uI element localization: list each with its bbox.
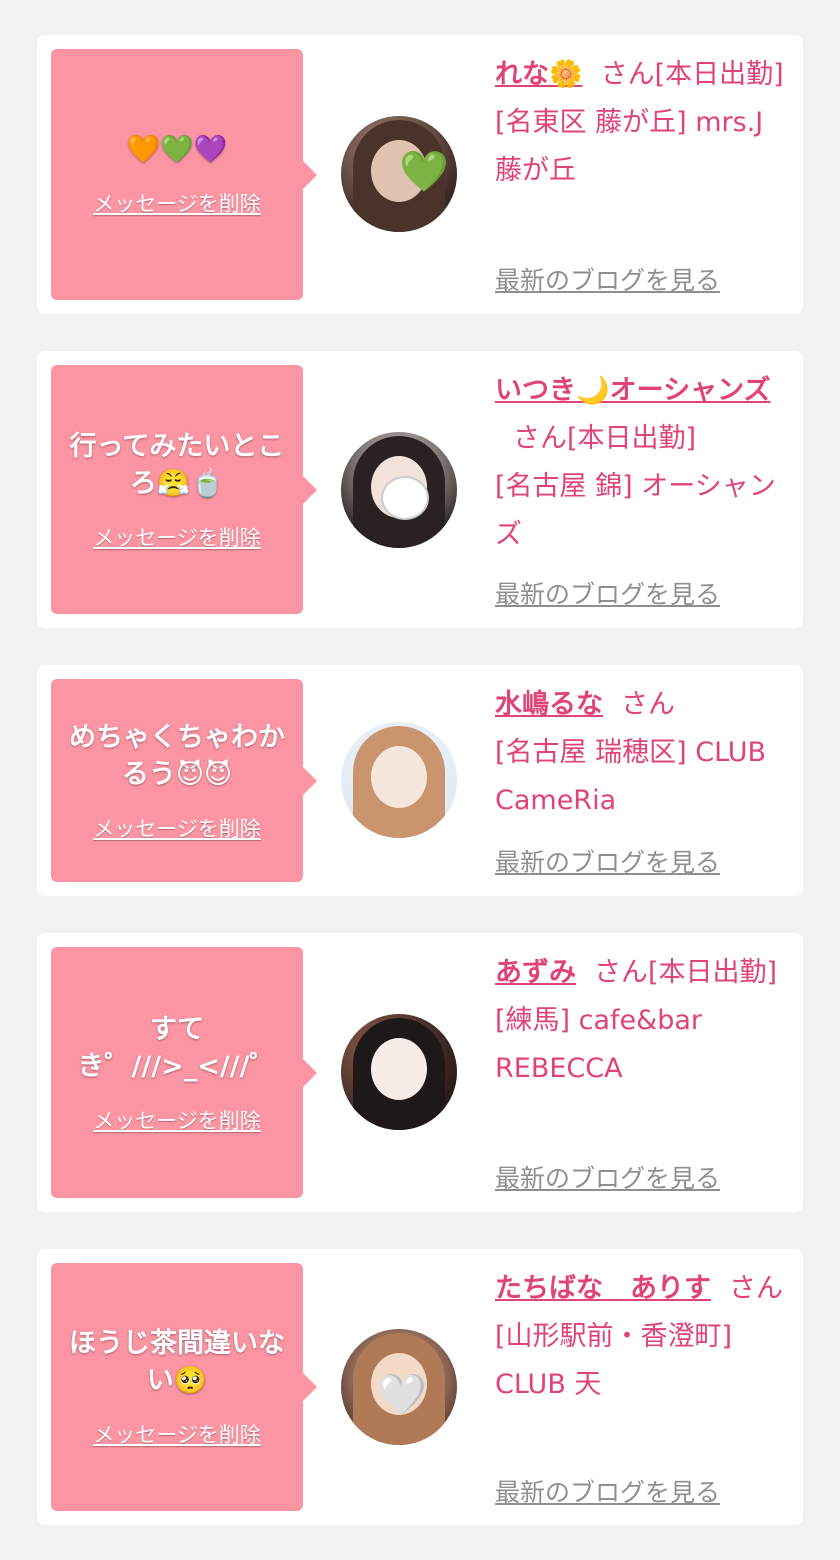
message-card: 行ってみたいところ😤🍵 メッセージを削除 いつき🌙オーシャンズさん[本日出勤] … xyxy=(37,351,803,628)
sender-suffix: さん xyxy=(621,689,675,720)
latest-blog-link[interactable]: 最新のブログを見る xyxy=(495,575,720,611)
shop-label: [名東区 藤が丘] mrs.J 藤が丘 xyxy=(495,107,764,186)
message-text: 行ってみたいところ😤🍵 xyxy=(69,430,285,499)
mask-sticker-icon xyxy=(381,476,429,520)
sender-info: あずみ さん[本日出勤] [練馬] cafe&bar REBECCA xyxy=(495,949,789,1093)
sender-name-link[interactable]: いつき🌙オーシャンズ xyxy=(495,375,771,406)
sender-name-link[interactable]: あずみ xyxy=(495,957,576,988)
sender-name-link[interactable]: 水嶋るな xyxy=(495,689,603,720)
shop-label: [名古屋 瑞穂区] CLUB CameRia xyxy=(495,737,767,816)
delete-message-link[interactable]: メッセージを削除 xyxy=(93,1105,261,1135)
green-heart-sticker-icon: 💚 xyxy=(399,149,449,195)
sender-suffix: さん xyxy=(729,1273,783,1304)
message-text: 🧡💚💜 xyxy=(126,134,228,165)
message-bubble: すてき゜///>_<///゜ メッセージを削除 xyxy=(51,947,317,1198)
shop-label: [名古屋 錦] オーシャンズ xyxy=(495,471,776,550)
message-text: ほうじ茶間違いない🥺 xyxy=(69,1328,285,1396)
message-bubble: ほうじ茶間違いない🥺 メッセージを削除 xyxy=(51,1263,317,1511)
sender-info: いつき🌙オーシャンズさん[本日出勤] [名古屋 錦] オーシャンズ xyxy=(495,367,789,559)
sender-name-link[interactable]: れな🌼 xyxy=(495,59,583,90)
message-card: すてき゜///>_<///゜ メッセージを削除 あずみ さん[本日出勤] [練馬]… xyxy=(37,933,803,1212)
sender-info: たちばな ありす さん [山形駅前・香澄町] CLUB 天 xyxy=(495,1265,789,1409)
delete-message-link[interactable]: メッセージを削除 xyxy=(93,813,261,843)
avatar[interactable] xyxy=(341,722,457,838)
avatar-face xyxy=(371,1038,427,1100)
latest-blog-link[interactable]: 最新のブログを見る xyxy=(495,261,720,297)
latest-blog-link[interactable]: 最新のブログを見る xyxy=(495,1159,720,1195)
message-text: めちゃくちゃわかるう😈😈 xyxy=(69,721,285,790)
shop-label: [練馬] cafe&bar REBECCA xyxy=(495,1005,702,1084)
avatar-face xyxy=(371,746,427,808)
shop-label: [山形駅前・香澄町] CLUB 天 xyxy=(495,1321,733,1400)
message-bubble: 行ってみたいところ😤🍵 メッセージを削除 xyxy=(51,365,317,614)
sender-info: れな🌼 さん[本日出勤] [名東区 藤が丘] mrs.J 藤が丘 xyxy=(495,51,789,195)
sender-suffix: さん[本日出勤] xyxy=(594,957,778,988)
message-text: すてき゜///>_<///゜ xyxy=(77,1013,277,1082)
avatar[interactable]: 💚 xyxy=(341,116,457,232)
avatar[interactable]: 🤍 xyxy=(341,1329,457,1445)
sender-info: 水嶋るな さん [名古屋 瑞穂区] CLUB CameRia xyxy=(495,681,789,825)
sender-name-link[interactable]: たちばな ありす xyxy=(495,1273,711,1304)
latest-blog-link[interactable]: 最新のブログを見る xyxy=(495,1473,720,1509)
delete-message-link[interactable]: メッセージを削除 xyxy=(93,522,261,552)
message-bubble: めちゃくちゃわかるう😈😈 メッセージを削除 xyxy=(51,679,317,882)
message-bubble: 🧡💚💜 メッセージを削除 xyxy=(51,49,317,300)
delete-message-link[interactable]: メッセージを削除 xyxy=(93,188,261,218)
delete-message-link[interactable]: メッセージを削除 xyxy=(93,1419,261,1449)
sender-suffix: さん[本日出勤] xyxy=(600,59,784,90)
white-heart-sticker-icon: 🤍 xyxy=(377,1372,427,1418)
message-list: 🧡💚💜 メッセージを削除 💚 れな🌼 さん[本日出勤] [名東区 藤が丘] mrs… xyxy=(0,0,840,1560)
message-card: 🧡💚💜 メッセージを削除 💚 れな🌼 さん[本日出勤] [名東区 藤が丘] mrs… xyxy=(37,35,803,314)
avatar[interactable] xyxy=(341,432,457,548)
latest-blog-link[interactable]: 最新のブログを見る xyxy=(495,843,720,879)
avatar[interactable] xyxy=(341,1014,457,1130)
sender-suffix: さん[本日出勤] xyxy=(513,423,697,454)
message-card: ほうじ茶間違いない🥺 メッセージを削除 🤍 たちばな ありす さん [山形駅前・香… xyxy=(37,1249,803,1525)
message-card: めちゃくちゃわかるう😈😈 メッセージを削除 水嶋るな さん [名古屋 瑞穂区] C… xyxy=(37,665,803,896)
